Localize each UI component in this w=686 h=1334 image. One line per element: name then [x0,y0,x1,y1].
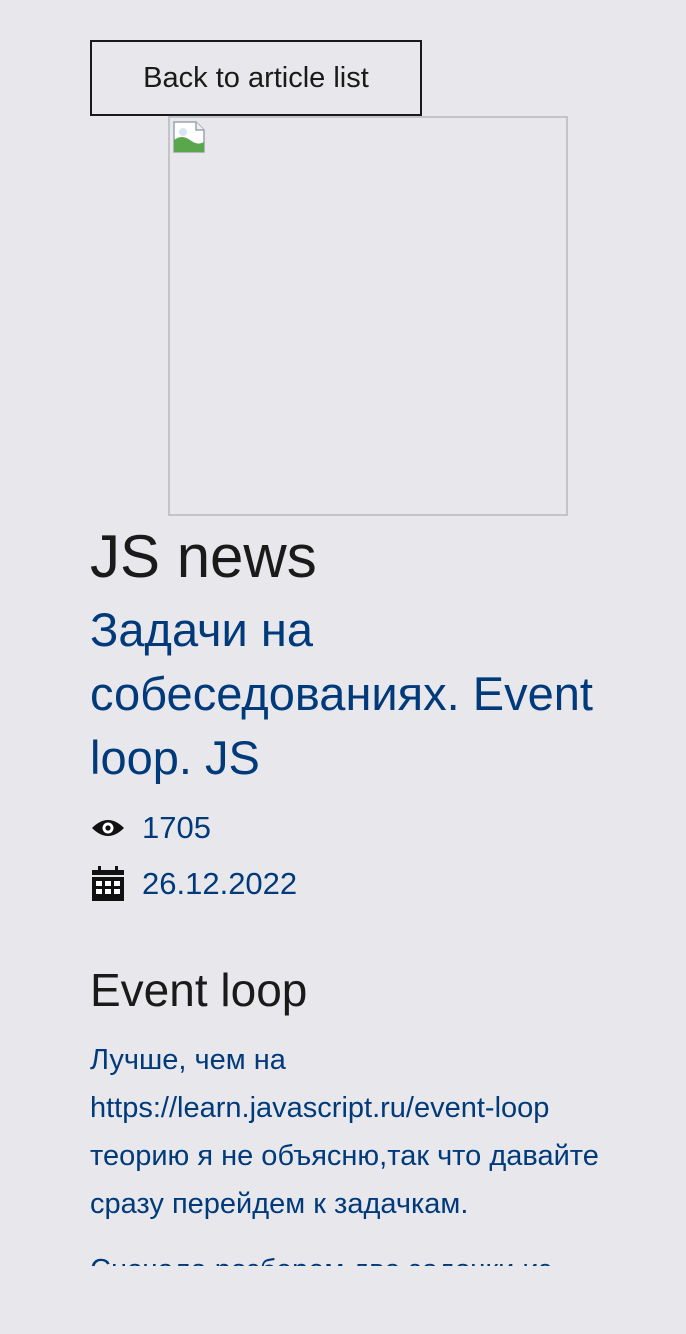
content-paragraph: Лучше, чем на https://learn.javascript.r… [90,1044,599,1220]
content-paragraph: Сначала разберем две задачки из [90,1246,650,1266]
calendar-icon [90,866,126,902]
article-page: Back to article list JS news Задачи на с… [90,40,650,1266]
viewport: Back to article list JS news Задачи на с… [0,0,686,1266]
views-count: 1705 [142,810,211,845]
content-heading: Event loop [90,964,308,1016]
back-to-list-button[interactable]: Back to article list [90,40,422,116]
date-row: 26.12.2022 [90,856,650,912]
section-tag: JS news [90,523,317,590]
publish-date: 26.12.2022 [142,866,298,901]
article-image [168,116,568,516]
eye-icon [90,810,126,846]
views-row: 1705 [90,800,650,856]
article-title: Задачи на собеседованиях. Event loop. JS [90,603,593,784]
broken-image-icon [172,120,206,159]
